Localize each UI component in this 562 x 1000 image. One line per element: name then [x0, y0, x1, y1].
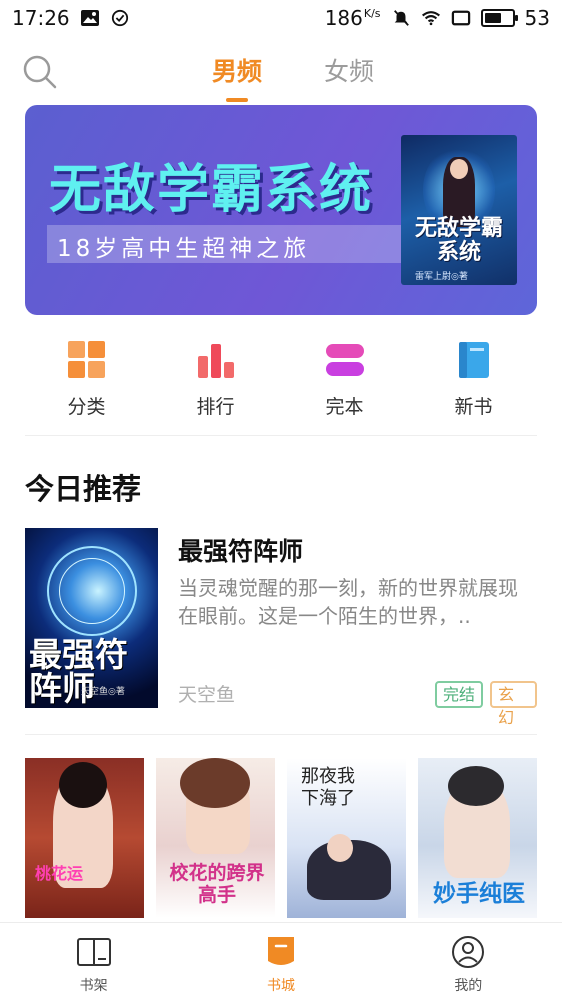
bottom-nav: 书架 书城 我的 — [0, 922, 562, 1000]
book-cover-2-title: 校花的跨界高手 — [169, 862, 265, 906]
nav-profile[interactable]: 我的 — [375, 923, 562, 1000]
sim-card-icon — [451, 10, 470, 26]
featured-book-cover: 最强符阵师 天空鱼◎著 — [25, 528, 158, 708]
featured-book[interactable]: 最强符阵师 天空鱼◎著 最强符阵师 当灵魂觉醒的那一刻，新的世界就展现在眼前。这… — [25, 528, 537, 727]
status-time: 17:26 — [12, 6, 70, 30]
book-cover-row: 桃花运 校花的跨界高手 那夜我下海了 妙手纯医 — [25, 758, 537, 922]
bookstore-icon — [267, 937, 294, 965]
status-badge: 完结 — [435, 681, 484, 708]
new-book-icon — [458, 342, 489, 378]
nav-bookshelf-label: 书架 — [79, 978, 108, 994]
category-row: 分类 排行 完本 新书 — [0, 340, 562, 419]
check-circle-icon — [111, 9, 128, 27]
category-classify[interactable]: 分类 — [22, 340, 151, 419]
image-notification-icon — [80, 10, 99, 26]
book-cover-1-title: 桃花运 — [35, 864, 84, 883]
nav-profile-label: 我的 — [454, 978, 483, 994]
book-cover-2[interactable]: 校花的跨界高手 — [156, 758, 275, 918]
featured-book-description: 当灵魂觉醒的那一刻，新的世界就展现在眼前。这是一个陌生的世界，.. — [178, 576, 518, 628]
wifi-icon — [421, 11, 440, 26]
mute-bell-icon — [393, 10, 409, 26]
category-finished-label: 完本 — [325, 396, 364, 418]
category-ranking-label: 排行 — [196, 396, 235, 418]
featured-book-author: 天空鱼 — [178, 684, 236, 706]
finished-icon — [325, 344, 364, 376]
profile-icon — [452, 936, 485, 968]
category-ranking[interactable]: 排行 — [151, 340, 280, 419]
battery-icon — [480, 9, 518, 27]
banner-subtitle: 18岁高中生超神之旅 — [57, 236, 311, 262]
section-title-today: 今日推荐 — [25, 472, 142, 506]
banner-cover-title: 无敌学霸系统 — [414, 216, 503, 265]
category-new-books-label: 新书 — [454, 396, 493, 418]
banner-book-cover: 无敌学霸系统 雷军上尉◎著 — [401, 135, 517, 285]
book-cover-3-title: 那夜我下海了 — [301, 766, 355, 809]
network-speed: 186K/s — [324, 6, 381, 30]
nav-bookstore[interactable]: 书城 — [187, 923, 374, 1000]
grid-icon — [67, 341, 105, 378]
banner-title: 无敌学霸系统 — [49, 160, 374, 220]
book-cover-4-title: 妙手纯医 — [433, 881, 525, 907]
banner-cover-author: 雷军上尉◎著 — [415, 272, 468, 282]
battery-level: 53 — [524, 6, 550, 30]
status-bar: 17:26 186K/s 53 — [0, 0, 562, 36]
tab-male-channel[interactable]: 男频 — [212, 52, 262, 88]
channel-tabs: 男频 女频 — [0, 52, 562, 88]
featured-cover-author: 天空鱼◎著 — [81, 687, 125, 697]
category-finished[interactable]: 完本 — [280, 340, 409, 419]
genre-badge: 玄幻 — [490, 681, 537, 727]
book-cover-4[interactable]: 妙手纯医 — [418, 758, 537, 918]
category-new-books[interactable]: 新书 — [409, 340, 538, 419]
category-classify-label: 分类 — [67, 396, 106, 418]
book-cover-3[interactable]: 那夜我下海了 — [287, 758, 406, 918]
tab-female-channel[interactable]: 女频 — [324, 52, 374, 88]
book-cover-1[interactable]: 桃花运 — [25, 758, 144, 918]
bookshelf-icon — [76, 938, 111, 966]
promo-banner[interactable]: 无敌学霸系统 18岁高中生超神之旅 无敌学霸系统 雷军上尉◎著 — [25, 105, 537, 315]
top-nav: 男频 女频 — [0, 44, 562, 104]
section-divider — [25, 435, 537, 436]
featured-book-title: 最强符阵师 — [178, 537, 304, 566]
nav-bookshelf[interactable]: 书架 — [0, 923, 187, 1000]
section-divider-2 — [25, 734, 537, 735]
ranking-icon — [197, 344, 234, 378]
nav-bookstore-label: 书城 — [266, 978, 295, 994]
